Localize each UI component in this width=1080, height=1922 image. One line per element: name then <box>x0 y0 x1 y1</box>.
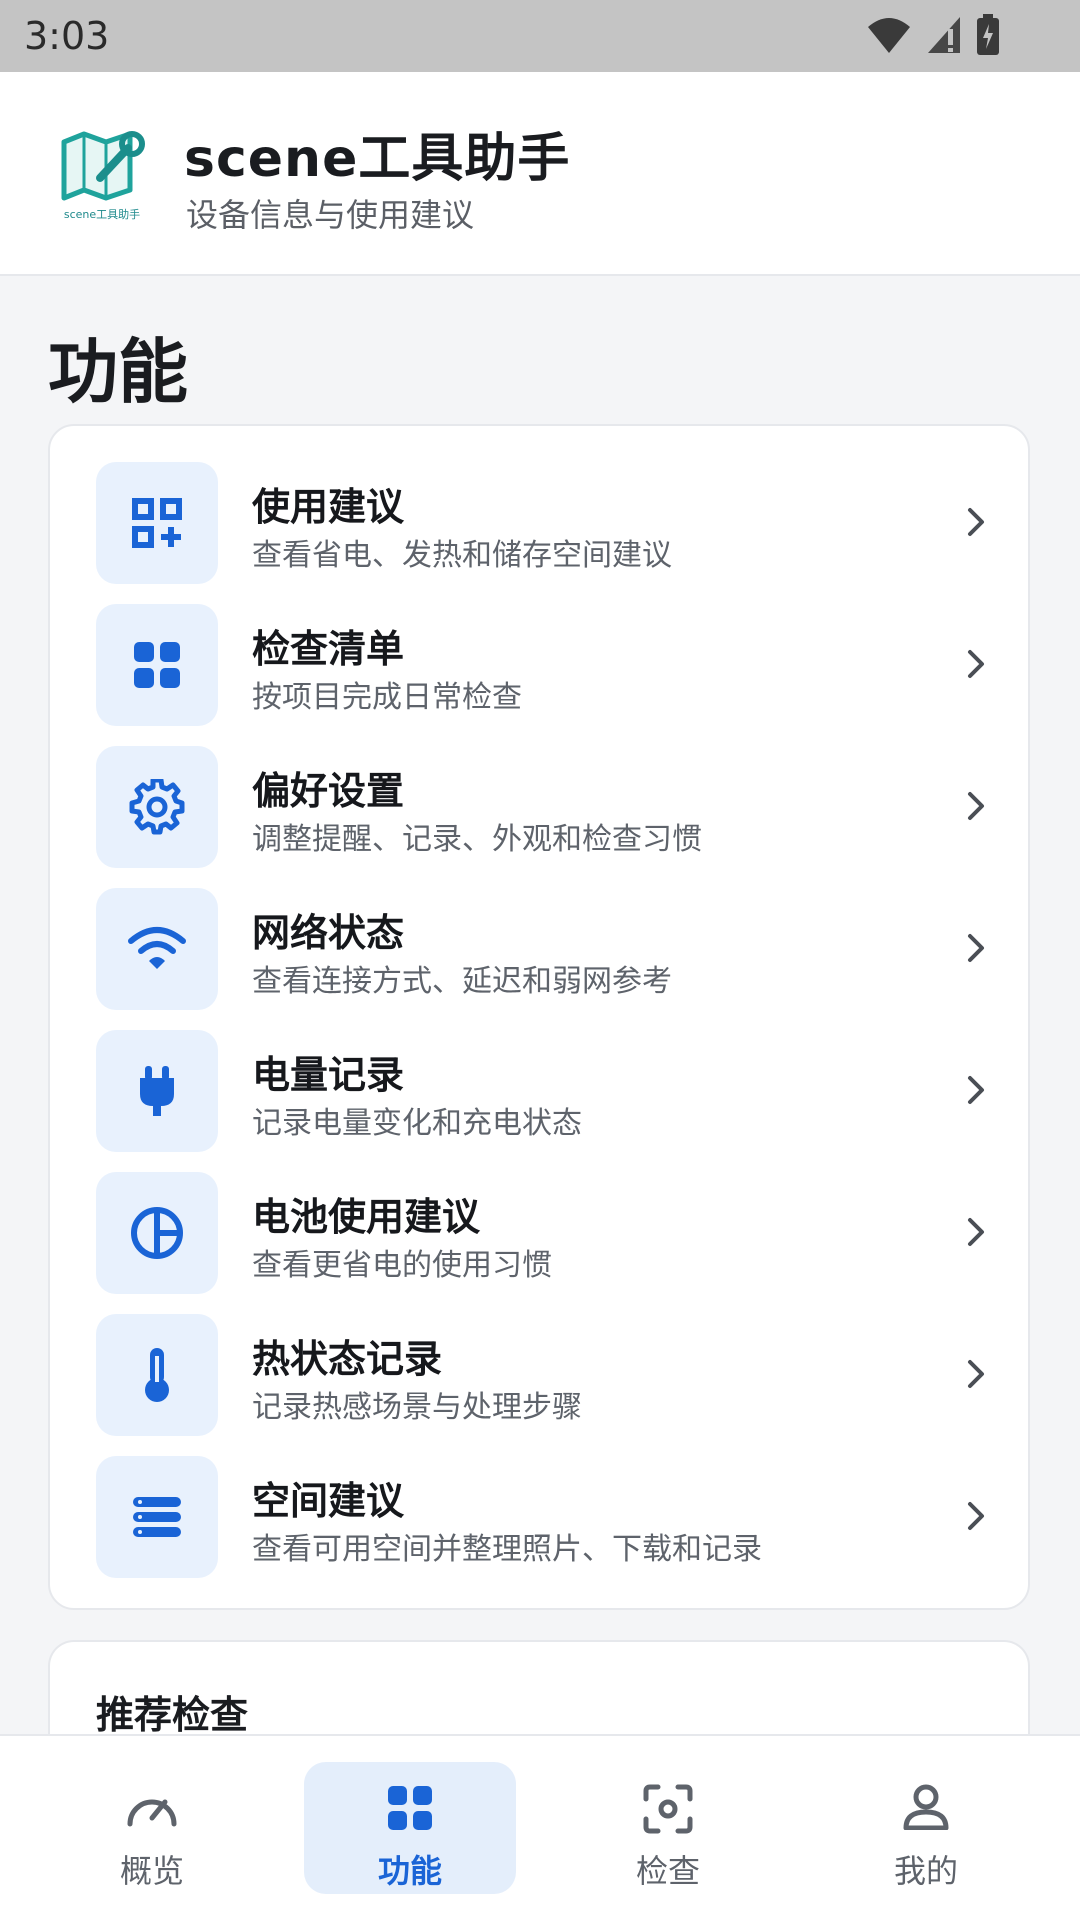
logo-text: scene工具助手 <box>63 208 141 221</box>
nav-icon <box>820 1784 1032 1830</box>
chevron-right-icon <box>968 934 984 962</box>
chevron-right-icon <box>968 1076 984 1104</box>
cell-signal-icon <box>928 17 960 53</box>
feature-desc: 按项目完成日常检查 <box>252 680 522 715</box>
scan-icon <box>643 1784 693 1834</box>
nav-item-overview[interactable]: 概览 <box>46 1762 258 1894</box>
nav-item-profile[interactable]: 我的 <box>820 1762 1032 1894</box>
chevron-right-icon <box>968 1218 984 1246</box>
wifi-signal-icon <box>868 18 910 53</box>
feature-title: 使用建议 <box>252 485 405 529</box>
feature-title: 热状态记录 <box>252 1337 443 1381</box>
app-subtitle: 设备信息与使用建议 <box>186 196 475 234</box>
nav-label: 我的 <box>893 1852 958 1890</box>
nav-icon <box>562 1784 774 1834</box>
nav-item-check[interactable]: 检查 <box>562 1762 774 1894</box>
feature-title: 电量记录 <box>252 1053 405 1097</box>
status-icons <box>866 14 1000 56</box>
nav-label: 功能 <box>377 1852 442 1890</box>
feature-icon-box <box>96 888 218 1010</box>
feature-item-thermal-log[interactable]: 热状态记录 记录热感场景与处理步骤 <box>96 1314 996 1436</box>
feature-icon-box <box>96 746 218 868</box>
page-title: 功能 <box>48 331 188 413</box>
feature-title: 偏好设置 <box>252 769 405 813</box>
nav-label: 检查 <box>635 1852 700 1890</box>
feature-title: 空间建议 <box>252 1479 405 1523</box>
feature-title: 检查清单 <box>252 627 405 671</box>
battery-icon <box>977 14 999 55</box>
feature-item-preferences[interactable]: 偏好设置 调整提醒、记录、外观和检查习惯 <box>96 746 996 868</box>
storage-icon <box>133 1497 181 1537</box>
nav-label: 概览 <box>119 1852 184 1890</box>
qr-code-icon <box>132 498 182 548</box>
pie-chart-icon <box>131 1207 183 1259</box>
chevron-right-icon <box>968 1502 984 1530</box>
feature-list-card: 使用建议 查看省电、发热和储存空间建议 检查清单 按项目完成日常检查 偏好设置 … <box>48 424 1030 1610</box>
feature-desc: 记录电量变化和充电状态 <box>252 1106 582 1141</box>
feature-icon-box <box>96 1456 218 1578</box>
feature-desc: 记录热感场景与处理步骤 <box>252 1390 582 1425</box>
status-bar: 3:03 <box>0 0 1080 72</box>
app-header: scene工具助手 scene工具助手 设备信息与使用建议 <box>0 72 1080 276</box>
wifi-icon <box>128 927 186 969</box>
grid-icon <box>388 1786 432 1830</box>
feature-item-storage-advice[interactable]: 空间建议 查看可用空间并整理照片、下载和记录 <box>96 1456 996 1578</box>
feature-desc: 调整提醒、记录、外观和检查习惯 <box>252 822 702 857</box>
chevron-right-icon <box>968 1360 984 1388</box>
recommend-title: 推荐检查 <box>96 1693 249 1737</box>
chevron-right-icon <box>968 650 984 678</box>
app-logo: scene工具助手 <box>46 120 158 232</box>
feature-desc: 查看省电、发热和储存空间建议 <box>252 538 672 573</box>
feature-item-network-status[interactable]: 网络状态 查看连接方式、延迟和弱网参考 <box>96 888 996 1010</box>
chevron-right-icon <box>968 508 984 536</box>
feature-item-usage-advice[interactable]: 使用建议 查看省电、发热和储存空间建议 <box>96 462 996 584</box>
feature-item-battery-log[interactable]: 电量记录 记录电量变化和充电状态 <box>96 1030 996 1152</box>
thermometer-icon <box>145 1348 169 1402</box>
speedometer-icon <box>127 1799 177 1827</box>
status-time: 3:03 <box>24 14 110 58</box>
nav-icon <box>46 1784 258 1828</box>
feature-icon-box <box>96 1030 218 1152</box>
feature-desc: 查看连接方式、延迟和弱网参考 <box>252 964 672 999</box>
nav-icon <box>304 1784 516 1832</box>
app-title: scene工具助手 <box>184 129 571 189</box>
feature-item-battery-advice[interactable]: 电池使用建议 查看更省电的使用习惯 <box>96 1172 996 1294</box>
feature-icon-box <box>96 604 218 726</box>
feature-item-checklist[interactable]: 检查清单 按项目完成日常检查 <box>96 604 996 726</box>
feature-icon-box <box>96 462 218 584</box>
chevron-right-icon <box>968 792 984 820</box>
bottom-nav: 概览 功能 检查 我的 <box>0 1734 1080 1922</box>
feature-icon-box <box>96 1172 218 1294</box>
nav-item-features[interactable]: 功能 <box>304 1762 516 1894</box>
feature-desc: 查看更省电的使用习惯 <box>252 1248 552 1283</box>
feature-title: 电池使用建议 <box>252 1195 481 1239</box>
map-wrench-icon <box>61 131 145 201</box>
grid-icon <box>134 642 180 688</box>
feature-icon-box <box>96 1314 218 1436</box>
feature-desc: 查看可用空间并整理照片、下载和记录 <box>252 1532 762 1567</box>
gear-icon <box>129 779 185 835</box>
plug-icon <box>140 1066 174 1116</box>
person-icon <box>903 1784 949 1830</box>
feature-title: 网络状态 <box>252 911 405 955</box>
